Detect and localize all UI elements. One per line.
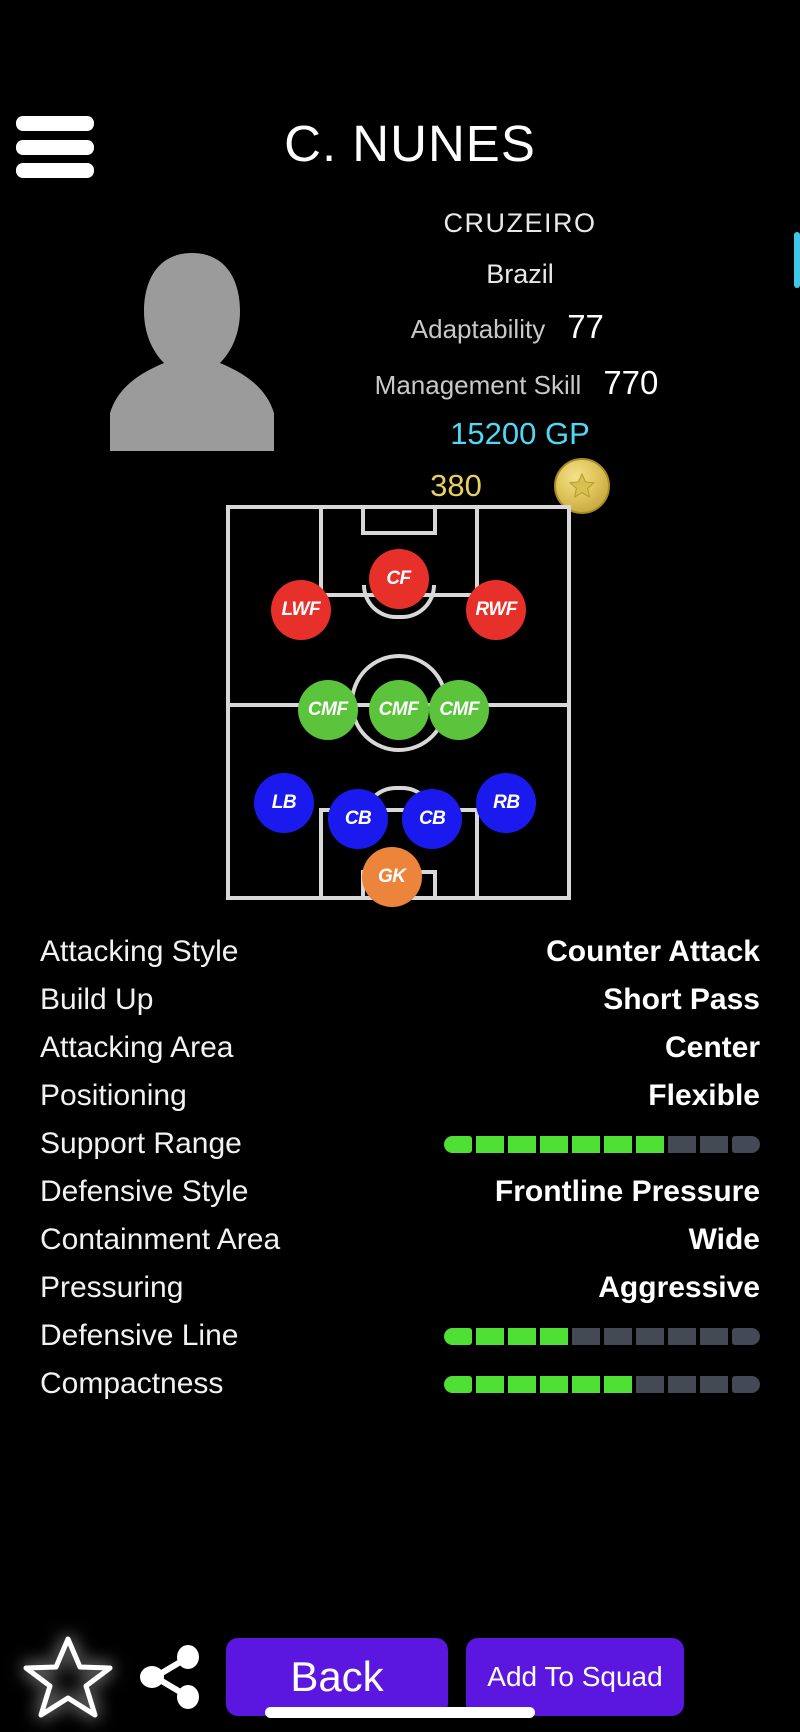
bar-segment — [540, 1327, 568, 1345]
bar-segment — [476, 1375, 504, 1393]
player-silhouette-icon — [92, 245, 292, 455]
position-marker-cb[interactable]: CB — [328, 788, 389, 849]
bar-segment — [444, 1135, 472, 1153]
tactic-label: Containment Area — [40, 1223, 281, 1256]
tactic-row: Defensive Line — [40, 1312, 760, 1360]
tactic-level-bar — [444, 1375, 760, 1393]
stat-value: 77 — [567, 308, 604, 345]
position-marker-cmf[interactable]: CMF — [429, 680, 490, 741]
tactic-label: Support Range — [40, 1127, 242, 1160]
profile-section: CRUZEIRO Brazil Adaptability 77 Manageme… — [0, 190, 800, 514]
position-marker-cmf[interactable]: CMF — [368, 680, 429, 741]
bar-segment — [700, 1135, 728, 1153]
bar-segment — [540, 1135, 568, 1153]
tactic-row: Containment Area Wide — [40, 1216, 760, 1264]
bar-segment — [732, 1327, 760, 1345]
tactic-label: Defensive Line — [40, 1319, 239, 1352]
add-to-squad-button[interactable]: Add To Squad — [466, 1638, 684, 1716]
position-marker-gk[interactable]: GK — [361, 846, 422, 907]
tactic-label: Pressuring — [40, 1271, 184, 1304]
position-marker-cmf[interactable]: CMF — [297, 680, 358, 741]
header: C. NUNES — [0, 0, 800, 190]
bar-segment — [636, 1327, 664, 1345]
player-info: CRUZEIRO Brazil Adaptability 77 Manageme… — [310, 190, 730, 514]
page-title: C. NUNES — [284, 115, 536, 172]
tactic-row: Positioning Flexible — [40, 1072, 760, 1120]
bar-segment — [668, 1135, 696, 1153]
bar-segment — [508, 1135, 536, 1153]
bar-segment — [444, 1327, 472, 1345]
bar-segment — [572, 1135, 600, 1153]
tactic-label: Defensive Style — [40, 1175, 249, 1208]
tactic-row: Compactness — [40, 1360, 760, 1408]
tactics-list: Attacking Style Counter Attack Build Up Sho… — [0, 928, 800, 1408]
goal-box-top — [360, 507, 437, 535]
home-indicator — [265, 1707, 535, 1718]
star-outline-icon[interactable] — [22, 1634, 114, 1720]
tactic-row: Build Up Short Pass — [40, 976, 760, 1024]
stat-label: Management Skill — [374, 370, 582, 400]
club-name: CRUZEIRO — [443, 208, 597, 238]
position-marker-rwf[interactable]: RWF — [466, 579, 527, 640]
bar-segment — [572, 1327, 600, 1345]
bar-segment — [604, 1375, 632, 1393]
position-marker-rb[interactable]: RB — [476, 773, 537, 834]
bar-segment — [732, 1135, 760, 1153]
tactic-label: Attacking Style — [40, 935, 239, 968]
tactic-row: Defensive Style Frontline Pressure — [40, 1168, 760, 1216]
bar-segment — [732, 1375, 760, 1393]
scrollbar[interactable] — [794, 232, 800, 288]
player-detail-screen: C. NUNES CRUZEIRO Brazil Adaptability 77… — [0, 0, 800, 1732]
bar-segment — [540, 1375, 568, 1393]
bar-segment — [476, 1327, 504, 1345]
formation-section: CF LWF RWF CMF CMF CMF LB CB CB RB GK — [0, 500, 800, 920]
gp-value: 15200 GP — [450, 416, 590, 451]
stat-row-management-skill: Management Skill 770 — [310, 364, 730, 402]
stat-row-adaptability: Adaptability 77 — [310, 308, 730, 346]
bar-segment — [572, 1375, 600, 1393]
tactic-row: Pressuring Aggressive — [40, 1264, 760, 1312]
tactic-level-bar — [444, 1327, 760, 1345]
price-value: 380 — [430, 468, 482, 503]
tactic-value: Frontline Pressure — [494, 1175, 760, 1208]
bar-segment — [604, 1327, 632, 1345]
tactic-row: Support Range — [40, 1120, 760, 1168]
back-button[interactable]: Back — [226, 1638, 448, 1716]
tactic-value: Center — [664, 1031, 760, 1064]
bar-segment — [604, 1135, 632, 1153]
tactic-value: Aggressive — [598, 1271, 760, 1304]
position-marker-cf[interactable]: CF — [368, 548, 429, 609]
bar-segment — [444, 1375, 472, 1393]
tactic-value: Flexible — [648, 1079, 760, 1112]
bar-segment — [668, 1327, 696, 1345]
tactic-level-bar — [444, 1135, 760, 1153]
position-marker-lwf[interactable]: LWF — [270, 579, 331, 640]
bar-segment — [508, 1327, 536, 1345]
tactic-label: Positioning — [40, 1079, 187, 1112]
stat-value: 770 — [603, 364, 659, 401]
bar-segment — [636, 1375, 664, 1393]
country-name: Brazil — [486, 259, 554, 289]
tactic-label: Attacking Area — [40, 1031, 234, 1064]
tactic-value: Counter Attack — [546, 935, 760, 968]
position-marker-cb[interactable]: CB — [402, 788, 463, 849]
bar-segment — [700, 1375, 728, 1393]
tactic-value: Wide — [688, 1223, 760, 1256]
bar-segment — [636, 1135, 664, 1153]
bar-segment — [668, 1375, 696, 1393]
tactic-label: Build Up — [40, 983, 154, 1016]
tactic-value: Short Pass — [603, 983, 760, 1016]
bar-segment — [476, 1135, 504, 1153]
bar-segment — [700, 1327, 728, 1345]
tactic-label: Compactness — [40, 1367, 224, 1400]
tactic-row: Attacking Area Center — [40, 1024, 760, 1072]
share-icon[interactable] — [132, 1639, 208, 1715]
stat-label: Adaptability — [410, 314, 546, 344]
pitch-diagram[interactable]: CF LWF RWF CMF CMF CMF LB CB CB RB GK — [226, 505, 571, 907]
position-marker-lb[interactable]: LB — [253, 773, 314, 834]
bar-segment — [508, 1375, 536, 1393]
tactic-row: Attacking Style Counter Attack — [40, 928, 760, 976]
